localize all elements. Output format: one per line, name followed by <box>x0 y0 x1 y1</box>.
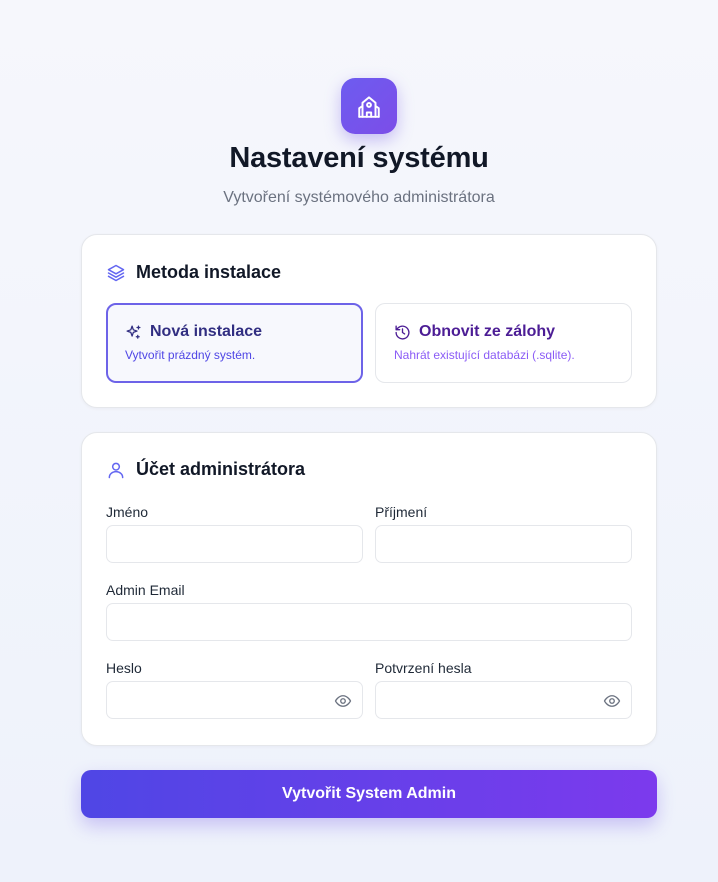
option-new-install[interactable]: Nová instalace Vytvořit prázdný systém. <box>106 303 363 383</box>
layers-icon <box>107 264 125 281</box>
sparkles-icon <box>126 324 141 339</box>
password-input[interactable] <box>106 681 363 719</box>
first-name-input[interactable] <box>106 525 363 563</box>
page-subtitle: Vytvoření systémového administrátora <box>223 189 495 206</box>
admin-account-card: Účet administrátora Jméno Příjmení Admin… <box>81 432 657 746</box>
create-admin-button[interactable]: Vytvořit System Admin <box>81 770 657 818</box>
option-new-install-title: Nová instalace <box>150 323 263 340</box>
admin-account-header: Účet administrátora <box>106 459 305 480</box>
option-restore-backup-description: Nahrát existující databázi (.sqlite). <box>394 348 575 362</box>
history-icon <box>395 324 410 340</box>
app-logo <box>341 78 397 134</box>
admin-email-label: Admin Email <box>106 582 185 598</box>
user-icon <box>108 462 124 478</box>
page-title: Nastavení systému <box>229 142 489 174</box>
install-method-title: Metoda instalace <box>136 262 282 282</box>
last-name-label: Příjmení <box>375 504 428 520</box>
last-name-input[interactable] <box>375 525 632 563</box>
option-restore-backup[interactable]: Obnovit ze zálohy Nahrát existující data… <box>375 303 632 383</box>
password-label: Heslo <box>106 660 142 676</box>
admin-account-title: Účet administrátora <box>136 459 306 479</box>
option-new-install-description: Vytvořit prázdný systém. <box>125 348 256 362</box>
eye-icon[interactable] <box>334 692 352 710</box>
option-restore-backup-title: Obnovit ze zálohy <box>419 323 556 340</box>
admin-email-input[interactable] <box>106 603 632 641</box>
install-method-card: Metoda instalace Nová instalace Vytvořit… <box>81 234 657 408</box>
option-restore-backup-title-row: Obnovit ze zálohy <box>394 323 631 341</box>
install-method-header: Metoda instalace <box>106 262 281 283</box>
first-name-label: Jméno <box>106 504 149 520</box>
option-new-install-title-row: Nová instalace <box>125 323 361 341</box>
password-confirm-label: Potvrzení hesla <box>375 660 472 676</box>
eye-icon[interactable] <box>603 692 621 710</box>
building-icon <box>358 96 380 118</box>
password-confirm-input[interactable] <box>375 681 632 719</box>
